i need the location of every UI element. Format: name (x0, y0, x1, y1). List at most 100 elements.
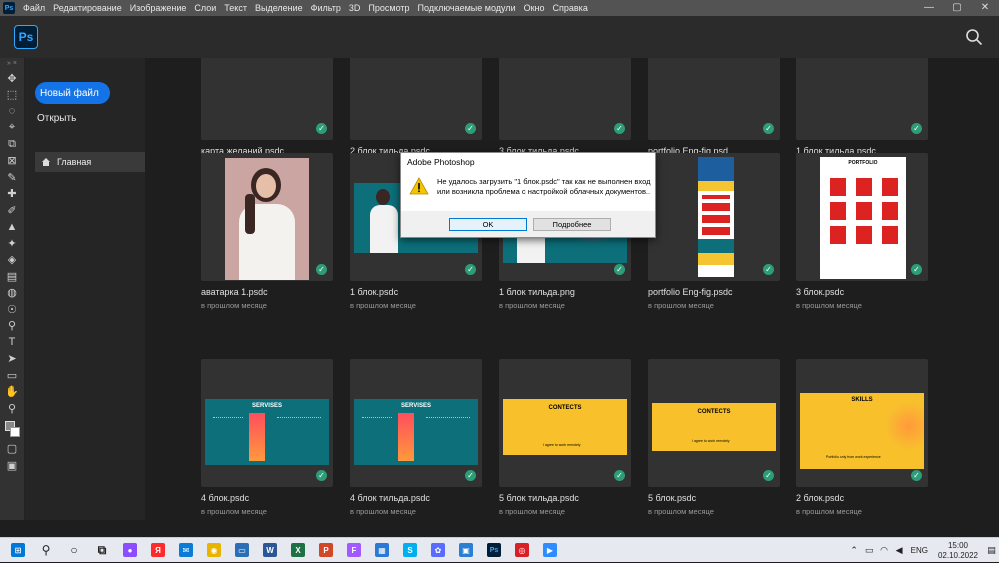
taskbar-cortana[interactable]: ○ (60, 538, 88, 563)
file-thumbnail[interactable]: ✓ (201, 58, 333, 140)
file-card[interactable]: PORTFOLIO ✓ 3 блок.psdc в прошлом месяце (796, 153, 928, 310)
taskbar-alice[interactable]: ● (116, 538, 144, 563)
file-thumbnail[interactable]: ✓ (201, 153, 333, 281)
file-thumbnail[interactable]: ✓ (648, 58, 780, 140)
tool-icon[interactable]: ◍ (3, 285, 21, 302)
file-thumbnail[interactable]: ✓ (350, 58, 482, 140)
tool-icon[interactable]: ▤ (3, 268, 21, 285)
file-name[interactable]: 2 блок.psdc (796, 493, 928, 503)
file-card[interactable]: CONTECTS I agree to work remotely ✓ 5 блок … (499, 359, 631, 516)
taskbar-monitor[interactable]: ▣ (452, 538, 480, 563)
file-card[interactable]: SKILLS Portfolio only from work experienc… (796, 359, 928, 516)
wifi-icon[interactable]: ◠ (877, 545, 892, 556)
file-name[interactable]: 4 блок.psdc (201, 493, 333, 503)
open-button[interactable]: Открыть (37, 113, 76, 124)
file-thumbnail[interactable]: PORTFOLIO ✓ (796, 153, 928, 281)
file-card[interactable]: ✓ аватарка 1.psdc в прошлом месяце (201, 153, 333, 310)
taskbar-creative-cloud[interactable]: ◎ (508, 538, 536, 563)
tool-icon[interactable]: ◈ (3, 252, 21, 269)
file-thumbnail[interactable]: SKILLS Portfolio only from work experienc… (796, 359, 928, 487)
clock[interactable]: 15:00 02.10.2022 (938, 541, 978, 561)
taskbar-skype[interactable]: S (396, 538, 424, 563)
file-card[interactable]: SERVISES ✓ 4 блок.psdc в прошлом месяце (201, 359, 333, 516)
taskbar-mail[interactable]: ✉ (172, 538, 200, 563)
screen-mode-icon[interactable]: ▣ (3, 457, 21, 474)
file-name[interactable]: portfolio Eng-fig.psdc (648, 287, 780, 297)
taskbar-taskview[interactable]: ⧉ (88, 538, 116, 563)
tool-icon[interactable]: ⧉ (3, 136, 21, 153)
file-thumbnail[interactable]: SERVISES ✓ (350, 359, 482, 487)
minimize-button[interactable]: — (915, 0, 943, 16)
file-name[interactable]: 1 блок тильда.png (499, 287, 631, 297)
menu-help[interactable]: Справка (549, 3, 592, 13)
taskbar-yandex[interactable]: Я (144, 538, 172, 563)
tool-icon[interactable]: ✥ (3, 70, 21, 87)
quick-mask-icon[interactable]: ▢ (3, 441, 21, 458)
menu-edit[interactable]: Редактирование (49, 3, 126, 13)
taskbar-powerpoint[interactable]: P (312, 538, 340, 563)
tool-icon[interactable]: ⚲ (3, 318, 21, 335)
file-card[interactable]: SERVISES ✓ 4 блок тильда.psdc в прошлом мес… (350, 359, 482, 516)
tool-icon[interactable]: ✎ (3, 169, 21, 186)
toolbar-collapse-handle[interactable]: » × (7, 60, 17, 70)
file-thumbnail[interactable]: ✓ (499, 58, 631, 140)
tool-icon[interactable]: ➤ (3, 351, 21, 368)
color-swatches[interactable] (3, 419, 21, 441)
taskbar-excel[interactable]: X (284, 538, 312, 563)
ok-button[interactable]: OK (449, 217, 527, 231)
search-icon[interactable] (965, 28, 983, 46)
tool-icon[interactable]: ▲ (3, 219, 21, 236)
tool-icon[interactable]: ✋ (3, 384, 21, 401)
notifications-icon[interactable]: ▤ (984, 545, 999, 556)
taskbar-settings[interactable]: ✿ (424, 538, 452, 563)
close-button[interactable]: ✕ (971, 0, 999, 16)
tool-icon[interactable]: T (3, 334, 21, 351)
volume-icon[interactable]: ◀ (892, 545, 907, 556)
tool-icon[interactable]: ✚ (3, 186, 21, 203)
file-name[interactable]: 5 блок.psdc (648, 493, 780, 503)
taskbar-figma[interactable]: F (340, 538, 368, 563)
file-name[interactable]: 1 блок.psdc (350, 287, 482, 297)
chevron-up-icon[interactable]: ⌃ (847, 545, 862, 556)
taskbar-chrome[interactable]: ◉ (200, 538, 228, 563)
menu-image[interactable]: Изображение (126, 3, 191, 13)
tool-icon[interactable]: ✐ (3, 202, 21, 219)
new-file-button[interactable]: Новый файл (35, 82, 110, 104)
background-color[interactable] (10, 426, 20, 437)
tool-icon[interactable]: ⊠ (3, 153, 21, 170)
menu-filter[interactable]: Фильтр (307, 3, 345, 13)
menu-plugins[interactable]: Подключаемые модули (414, 3, 520, 13)
file-thumbnail[interactable]: SERVISES ✓ (201, 359, 333, 487)
tool-icon[interactable]: ⚲ (3, 400, 21, 417)
tool-icon[interactable]: ⬚ (3, 87, 21, 104)
file-name[interactable]: 3 блок.psdc (796, 287, 928, 297)
tool-icon[interactable]: ✦ (3, 235, 21, 252)
details-button[interactable]: Подробнее (533, 217, 611, 231)
menu-3d[interactable]: 3D (345, 3, 365, 13)
file-name[interactable]: 5 блок тильда.psdc (499, 493, 631, 503)
menu-select[interactable]: Выделение (251, 3, 307, 13)
file-thumbnail[interactable]: CONTECTS I agree to work remotely ✓ (648, 359, 780, 487)
file-name[interactable]: аватарка 1.psdc (201, 287, 333, 297)
taskbar-zoom[interactable]: ▶ (536, 538, 564, 563)
taskbar-start[interactable]: ⊞ (4, 538, 32, 563)
taskbar-explorer-pc[interactable]: ▭ (228, 538, 256, 563)
file-card[interactable]: CONTECTS I agree to work remotely ✓ 5 блок.… (648, 359, 780, 516)
menu-layers[interactable]: Слои (190, 3, 220, 13)
network-icon[interactable]: ▭ (862, 545, 877, 556)
menu-type[interactable]: Текст (220, 3, 251, 13)
file-name[interactable]: 4 блок тильда.psdc (350, 493, 482, 503)
taskbar-photoshop[interactable]: Ps (480, 538, 508, 563)
tool-icon[interactable]: ▭ (3, 367, 21, 384)
file-card[interactable]: ✓ portfolio Eng-fig.psdc в прошлом месяце (648, 153, 780, 310)
file-thumbnail[interactable]: CONTECTS I agree to work remotely ✓ (499, 359, 631, 487)
maximize-button[interactable]: ▢ (943, 0, 971, 16)
tool-icon[interactable]: ☉ (3, 301, 21, 318)
tool-icon[interactable]: ⌖ (3, 120, 21, 137)
file-thumbnail[interactable]: ✓ (796, 58, 928, 140)
menu-view[interactable]: Просмотр (364, 3, 413, 13)
menu-file[interactable]: Файл (19, 3, 49, 13)
tool-icon[interactable]: ◌ (3, 103, 21, 120)
taskbar-search[interactable]: ⚲ (32, 538, 60, 563)
taskbar-word[interactable]: W (256, 538, 284, 563)
